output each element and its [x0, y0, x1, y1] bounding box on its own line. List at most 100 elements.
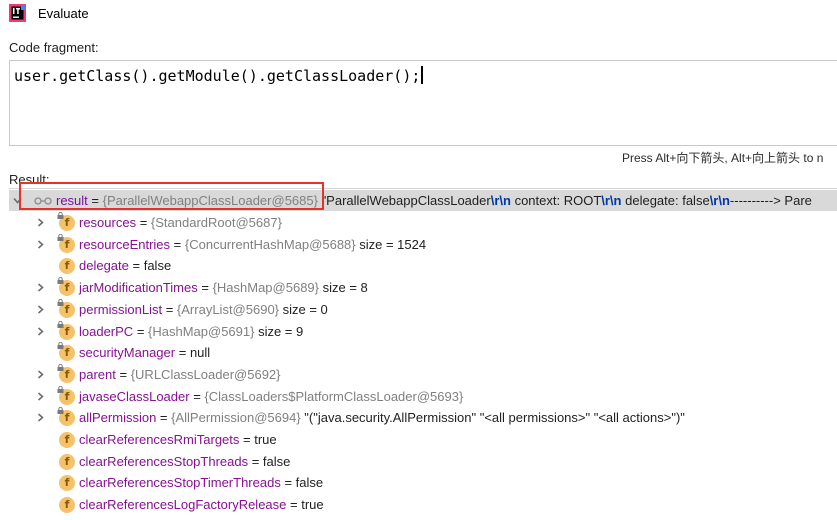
lock-icon	[57, 342, 64, 350]
field-value: size = 1524	[355, 236, 427, 252]
tree-row-loaderPC[interactable]: f loaderPC = {HashMap@5691} size = 9	[9, 320, 837, 342]
chevron-right-icon[interactable]	[36, 413, 45, 422]
tree-row-resourceEntries[interactable]: f resourceEntries = {ConcurrentHashMap@56…	[9, 233, 837, 255]
code-fragment-editor[interactable]: user.getClass().getModule().getClassLoad…	[9, 60, 837, 146]
field-name: resources	[79, 215, 137, 230]
field-reference: {ArrayList@5690}	[176, 301, 280, 317]
field-value: false	[295, 475, 324, 491]
field-reference: {StandardRoot@5687}	[150, 215, 282, 230]
field-text: delegate = false	[79, 258, 171, 273]
lock-icon	[57, 277, 64, 285]
escape-sequence: \r\n	[601, 193, 622, 208]
code-fragment-label: Code fragment:	[9, 40, 99, 55]
text-caret	[421, 66, 424, 84]
field-value: size = 9	[254, 323, 304, 339]
result-value: "ParallelWebappClassLoader\r\n context: …	[318, 193, 812, 208]
field-text: resourceEntries = {ConcurrentHashMap@568…	[79, 237, 426, 252]
lock-icon	[57, 385, 64, 393]
field-text: permissionList = {ArrayList@5690} size =…	[79, 302, 328, 317]
chevron-right-icon[interactable]	[36, 326, 45, 336]
field-f-icon: f	[59, 497, 75, 514]
tree-row-clearReferencesStopTimerThreads[interactable]: f clearReferencesStopTimerThreads = false	[9, 472, 837, 493]
tree-row-delegate[interactable]: f delegate = false	[9, 255, 837, 276]
value-text: context: ROOT	[510, 193, 602, 208]
field-text: loaderPC = {HashMap@5691} size = 9	[79, 324, 303, 339]
field-text: jarModificationTimes = {HashMap@5689} si…	[79, 280, 368, 295]
field-name: parent	[79, 366, 116, 382]
tree-row-parent[interactable]: f parent = {URLClassLoader@5692}	[9, 363, 837, 385]
field-text: clearReferencesRmiTargets = true	[79, 432, 277, 447]
chevron-right-icon[interactable]	[36, 391, 45, 401]
navigation-hint: Press Alt+向下箭头, Alt+向上箭头 to n	[622, 151, 824, 165]
field-text: clearReferencesStopThreads = false	[79, 454, 290, 469]
field-text: clearReferencesLogFactoryRelease = true	[79, 497, 324, 512]
chevron-right-icon[interactable]	[36, 370, 45, 379]
field-text: securityManager = null	[79, 345, 210, 360]
field-reference: {AllPermission@5694}	[171, 410, 301, 426]
field-name: clearReferencesStopTimerThreads	[79, 475, 281, 491]
lock-icon	[57, 320, 64, 328]
tree-row-javaseClassLoader[interactable]: f javaseClassLoader = {ClassLoaders$Platf…	[9, 385, 837, 407]
escape-sequence: \r\n	[709, 193, 730, 208]
equals-sign: =	[162, 301, 177, 317]
lock-icon	[57, 363, 64, 371]
field-reference: {HashMap@5691}	[148, 323, 255, 339]
field-value: size = 0	[279, 301, 328, 317]
field-name: permissionList	[79, 301, 163, 317]
equals-sign: =	[156, 410, 172, 426]
equals-sign: =	[248, 453, 263, 469]
field-value: true	[254, 432, 277, 447]
tree-row-permissionList[interactable]: f permissionList = {ArrayList@5690} size …	[9, 298, 837, 320]
tree-row-clearReferencesStopThreads[interactable]: f clearReferencesStopThreads = false	[9, 451, 837, 472]
equals-sign: =	[239, 432, 255, 447]
field-reference: {ConcurrentHashMap@5688}	[184, 236, 356, 252]
tree-row-securityManager[interactable]: f securityManager = null	[9, 342, 837, 363]
value-text: delegate: false	[621, 193, 710, 208]
escape-sequence: \r\n	[490, 193, 511, 208]
window-titlebar: Evaluate	[0, 0, 837, 29]
equals-sign: =	[189, 388, 205, 404]
field-value: true	[301, 497, 324, 513]
equals-sign: =	[280, 475, 296, 491]
lock-icon	[57, 212, 64, 219]
annotation-highlight-box	[19, 182, 324, 210]
result-tree[interactable]: result = {ParallelWebappClassLoader@5685…	[9, 188, 837, 520]
chevron-right-icon[interactable]	[36, 218, 45, 227]
equals-sign: =	[175, 345, 190, 361]
field-name: clearReferencesLogFactoryRelease	[79, 497, 287, 513]
field-f-icon: f	[59, 258, 75, 275]
window-title: Evaluate	[38, 6, 89, 21]
field-text: clearReferencesStopTimerThreads = false	[79, 475, 323, 490]
field-value: size = 8	[319, 280, 368, 296]
field-text: allPermission = {AllPermission@5694} "("…	[79, 410, 685, 425]
field-name: securityManager	[79, 345, 176, 361]
lock-icon	[57, 233, 64, 241]
chevron-right-icon[interactable]	[36, 305, 45, 314]
field-name: resourceEntries	[79, 236, 171, 252]
tree-row-allPermission[interactable]: f allPermission = {AllPermission@5694} "(…	[9, 407, 837, 428]
equals-sign: =	[286, 497, 302, 513]
field-name: allPermission	[79, 410, 157, 426]
field-reference: {HashMap@5689}	[212, 280, 319, 296]
equals-sign: =	[170, 236, 185, 252]
value-text: "ParallelWebappClassLoader	[317, 193, 491, 208]
equals-sign: =	[128, 258, 144, 274]
equals-sign: =	[133, 323, 149, 339]
chevron-right-icon[interactable]	[36, 283, 45, 292]
field-text: resources = {StandardRoot@5687}	[79, 215, 282, 230]
tree-row-clearReferencesLogFactoryRelease[interactable]: f clearReferencesLogFactoryRelease = true	[9, 494, 837, 515]
field-name: clearReferencesRmiTargets	[79, 432, 240, 447]
field-name: jarModificationTimes	[79, 280, 198, 296]
tree-row-resources[interactable]: f resources = {StandardRoot@5687}	[9, 212, 837, 233]
field-value: false	[262, 453, 291, 469]
field-name: loaderPC	[79, 323, 134, 339]
code-fragment-text[interactable]: user.getClass().getModule().getClassLoad…	[14, 66, 424, 85]
value-text: ----------> Pare	[729, 193, 812, 208]
lock-icon	[57, 298, 64, 306]
field-name: delegate	[79, 258, 129, 274]
tree-row-jarModificationTimes[interactable]: f jarModificationTimes = {HashMap@5689} s…	[9, 277, 837, 298]
lock-icon	[57, 407, 64, 415]
tree-row-clearReferencesRmiTargets[interactable]: f clearReferencesRmiTargets = true	[9, 429, 837, 450]
equals-sign: =	[136, 215, 151, 230]
chevron-right-icon[interactable]	[36, 240, 45, 249]
